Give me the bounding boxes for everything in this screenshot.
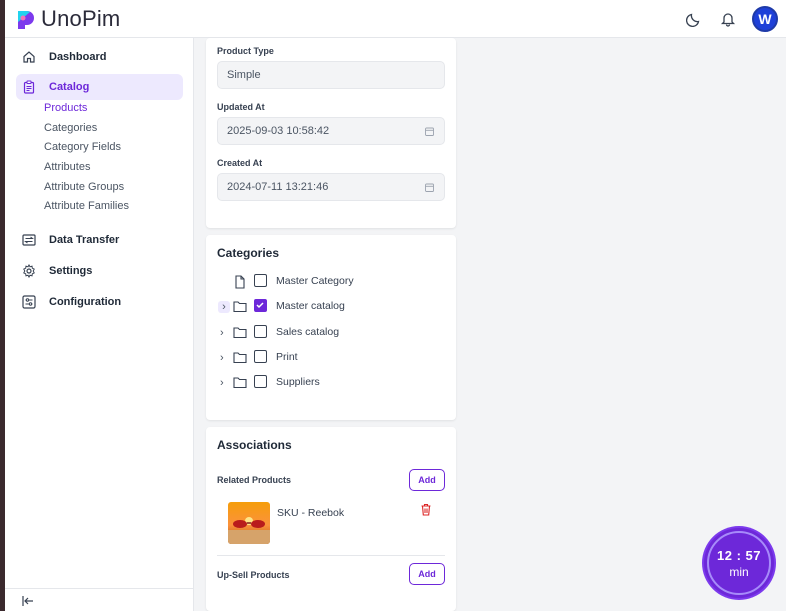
calendar-icon	[425, 127, 434, 136]
categories-card: Categories Master Category › Master cata…	[206, 235, 456, 420]
user-avatar[interactable]: W	[752, 6, 778, 32]
related-product-name: SKU - Reebok	[277, 507, 345, 519]
notification-bell-icon[interactable]	[718, 9, 738, 29]
category-tree-item[interactable]: Master Category	[217, 273, 447, 291]
clipboard-icon	[21, 79, 37, 95]
category-tree-item[interactable]: › Sales catalog	[217, 324, 447, 342]
file-icon	[233, 275, 247, 289]
product-type-field: Simple	[217, 61, 445, 89]
category-tree-item[interactable]: › Print	[217, 349, 447, 367]
upsell-products-label: Up-Sell Products	[217, 570, 290, 580]
app-logo[interactable]: UnoPim	[15, 6, 120, 32]
chevron-right-icon[interactable]: ›	[220, 327, 230, 339]
section-divider	[217, 555, 445, 556]
sidebar-item-label: Data Transfer	[49, 234, 120, 246]
folder-icon	[233, 351, 247, 364]
transfer-icon	[21, 232, 37, 248]
sidebar-subitem-category-fields[interactable]: Category Fields	[44, 141, 121, 153]
product-thumbnail	[228, 502, 270, 544]
associations-card: Associations Related Products Add SKU - …	[206, 427, 456, 611]
sidebar-subitem-attribute-families[interactable]: Attribute Families	[44, 200, 129, 212]
chevron-right-icon[interactable]: ›	[218, 301, 230, 313]
associations-title: Associations	[217, 438, 292, 452]
app-name: UnoPim	[41, 6, 121, 31]
category-tree-item[interactable]: › Suppliers	[217, 374, 447, 392]
category-label: Master catalog	[276, 300, 345, 312]
category-checkbox[interactable]	[254, 375, 267, 388]
general-info-card: Product Type Simple Updated At 2025-09-0…	[206, 38, 456, 228]
related-products-label: Related Products	[217, 475, 292, 485]
gear-icon	[21, 263, 37, 279]
category-label: Master Category	[276, 275, 354, 287]
sidebar-item-settings[interactable]: Settings	[16, 258, 183, 284]
sidebar-subitem-attributes[interactable]: Attributes	[44, 161, 90, 173]
sidebar-item-dashboard[interactable]: Dashboard	[16, 44, 183, 70]
home-icon	[21, 49, 37, 65]
top-bar: UnoPim W	[5, 0, 786, 38]
product-type-label: Product Type	[217, 46, 274, 56]
category-checkbox-checked[interactable]	[254, 299, 267, 312]
collapse-sidebar-icon[interactable]	[21, 594, 35, 608]
session-timer[interactable]: 12 : 57 min	[704, 528, 774, 598]
calendar-icon	[425, 183, 434, 192]
dark-mode-icon[interactable]	[684, 9, 704, 29]
category-checkbox[interactable]	[254, 350, 267, 363]
sidebar-footer	[5, 588, 194, 611]
sidebar-item-label: Settings	[49, 265, 93, 277]
categories-title: Categories	[217, 246, 280, 260]
created-at-label: Created At	[217, 158, 263, 168]
sidebar-item-data-transfer[interactable]: Data Transfer	[16, 227, 183, 253]
timer-ring	[707, 531, 771, 595]
add-upsell-product-button[interactable]: Add	[409, 563, 445, 585]
category-tree-item[interactable]: › Master catalog	[217, 298, 447, 316]
folder-icon	[233, 376, 247, 389]
folder-icon	[233, 300, 247, 313]
sidebar-item-label: Catalog	[49, 81, 90, 93]
updated-at-field: 2025-09-03 10:58:42	[217, 117, 445, 145]
category-label: Sales catalog	[276, 326, 340, 338]
logo-mark-icon	[15, 8, 37, 30]
category-label: Print	[276, 351, 298, 363]
category-label: Suppliers	[276, 376, 320, 388]
chevron-right-icon[interactable]: ›	[220, 352, 230, 364]
updated-at-value: 2025-09-03 10:58:42	[227, 125, 330, 137]
sidebar-item-catalog[interactable]: Catalog	[16, 74, 183, 100]
sidebar-item-label: Dashboard	[49, 51, 107, 63]
created-at-field: 2024-07-11 13:21:46	[217, 173, 445, 201]
created-at-value: 2024-07-11 13:21:46	[227, 181, 329, 193]
chevron-right-icon[interactable]: ›	[220, 377, 230, 389]
add-related-product-button[interactable]: Add	[409, 469, 445, 491]
sidebar-item-configuration[interactable]: Configuration	[16, 289, 183, 315]
sidebar-item-label: Configuration	[49, 296, 122, 308]
sidebar: Dashboard Catalog Products Categories Ca…	[5, 38, 194, 611]
sidebar-subitem-products[interactable]: Products	[44, 102, 87, 114]
delete-trash-icon[interactable]	[420, 503, 432, 516]
sidebar-subitem-categories[interactable]: Categories	[44, 122, 97, 134]
updated-at-label: Updated At	[217, 102, 265, 112]
sliders-icon	[21, 294, 37, 310]
product-type-value: Simple	[227, 69, 261, 81]
sidebar-subitem-attribute-groups[interactable]: Attribute Groups	[44, 181, 124, 193]
folder-icon	[233, 326, 247, 339]
category-checkbox[interactable]	[254, 274, 267, 287]
category-checkbox[interactable]	[254, 325, 267, 338]
